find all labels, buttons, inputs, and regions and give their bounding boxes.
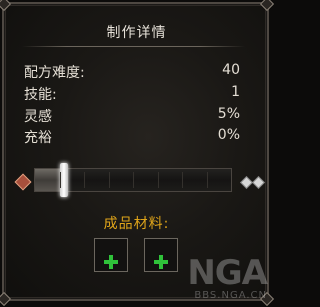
plus-icon: [104, 255, 118, 269]
quality-slider[interactable]: [34, 163, 232, 197]
stat-value: 0%: [217, 127, 240, 143]
materials-title: 成品材料:: [103, 216, 170, 232]
stat-value: 5%: [217, 106, 240, 122]
material-slot-2[interactable]: [144, 238, 178, 272]
corner-ornament: [259, 0, 275, 12]
diamond-icon: [240, 176, 253, 189]
slider-handle[interactable]: [60, 163, 68, 197]
slider-segment-divider: [109, 172, 110, 188]
slider-segment-divider: [182, 172, 183, 188]
panel-title: 制作详情: [106, 25, 167, 41]
stat-inspiration: 灵感 5%: [24, 106, 240, 125]
right-diamond-icon[interactable]: [240, 176, 266, 189]
watermark-url: BBS.NGA.CN: [194, 290, 267, 301]
stat-label: 技能:: [24, 87, 57, 103]
plus-icon: [154, 255, 168, 269]
stat-recipe-difficulty: 配方难度: 40: [24, 62, 240, 81]
corner-ornament: [0, 0, 12, 12]
diamond-icon: [252, 176, 265, 189]
material-slot-1[interactable]: [94, 238, 128, 272]
slider-segment-divider: [207, 172, 208, 188]
stat-value: 1: [231, 84, 240, 100]
title-divider: [22, 46, 245, 47]
stat-multicraft: 充裕 0%: [24, 127, 240, 146]
slider-segment-divider: [158, 172, 159, 188]
stat-label: 灵感: [24, 109, 52, 125]
slider-segment-divider: [133, 172, 134, 188]
stat-label: 配方难度:: [24, 65, 85, 81]
stat-label: 充裕: [24, 130, 52, 146]
watermark-logo: NGA: [187, 253, 268, 293]
stat-skill: 技能: 1: [24, 84, 240, 103]
watermark: NGA BBS.NGA.CN: [187, 253, 268, 301]
slider-segment-divider: [60, 172, 61, 188]
slider-segment-divider: [84, 172, 85, 188]
stat-value: 40: [222, 62, 240, 78]
